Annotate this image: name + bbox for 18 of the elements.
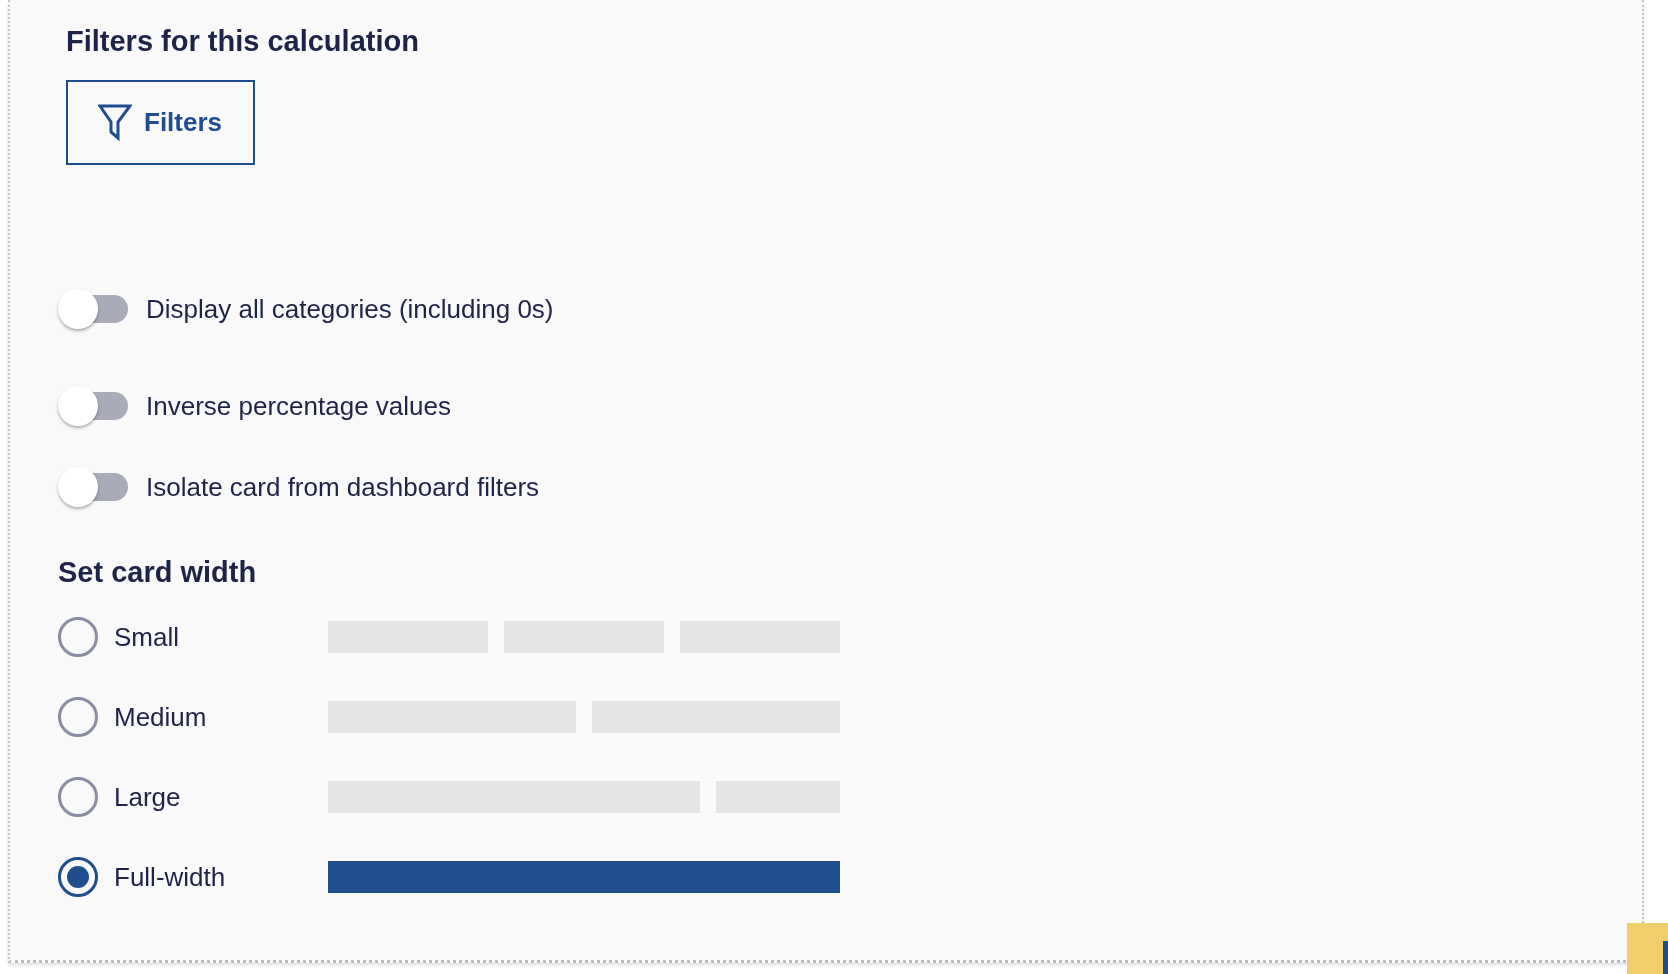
option-label: Full-width (114, 861, 227, 893)
toggle-switch[interactable] (58, 386, 130, 426)
section-heading: Set card width (58, 555, 258, 589)
section-heading: Filters for this calculation (66, 24, 420, 58)
radio-button[interactable] (58, 617, 98, 657)
option-label: Medium (114, 701, 208, 733)
radio-button[interactable] (58, 697, 98, 737)
toggle-label: Isolate card from dashboard filters (146, 471, 540, 503)
toggle-label: Display all categories (including 0s) (146, 293, 554, 325)
toggle-switch[interactable] (58, 467, 130, 507)
toggle-label: Inverse percentage values (146, 390, 451, 422)
filter-icon (98, 103, 132, 142)
option-label: Small (114, 621, 180, 653)
filters-button[interactable]: Filters (66, 80, 255, 165)
radio-button[interactable] (58, 777, 98, 817)
radio-button[interactable] (58, 857, 98, 897)
toggle-switch[interactable] (58, 289, 130, 329)
option-label: Large (114, 781, 182, 813)
